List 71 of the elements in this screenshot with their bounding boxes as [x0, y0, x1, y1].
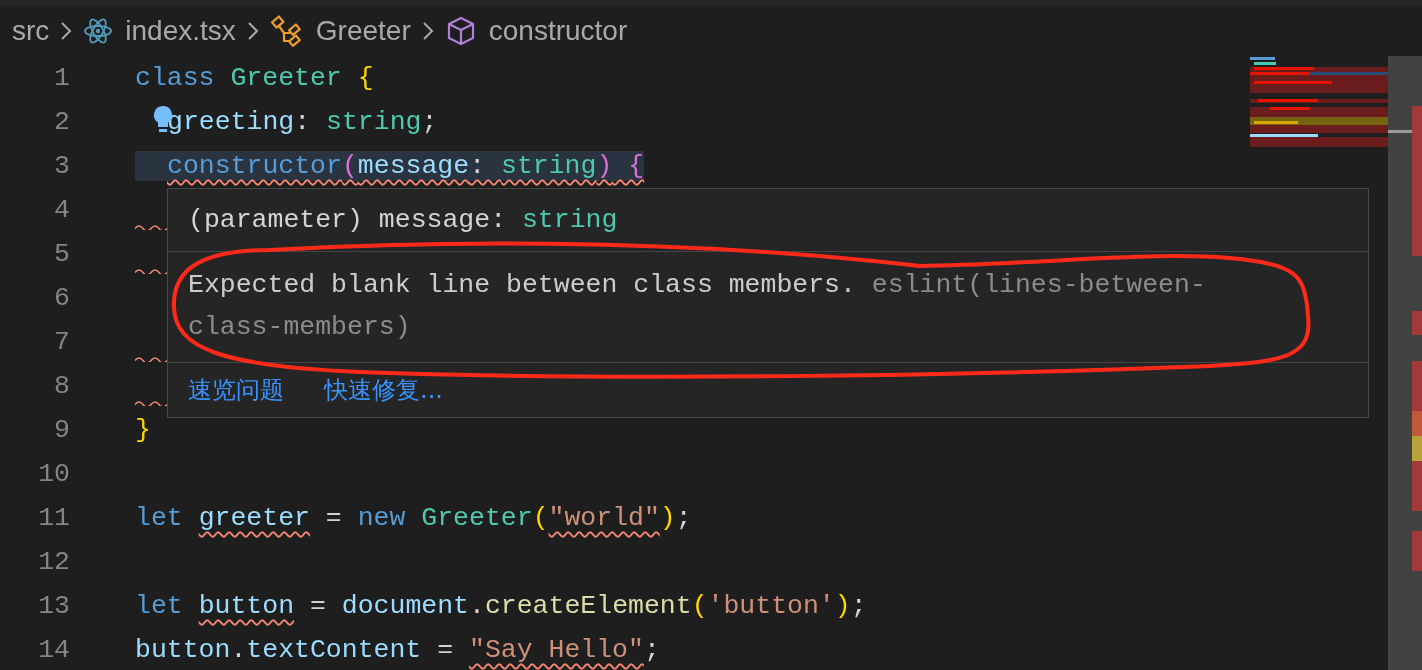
line-number: 14	[37, 635, 70, 665]
code-token: (	[691, 591, 708, 621]
line-number: 11	[37, 503, 70, 533]
breadcrumb-item[interactable]: src	[12, 15, 50, 47]
code-token: message	[357, 151, 470, 181]
code-token: constructor	[167, 151, 342, 181]
atom-icon	[83, 16, 114, 46]
class-icon	[269, 14, 304, 48]
code-token: 'button'	[707, 591, 835, 621]
code-token: )	[834, 591, 851, 621]
line-number: 3	[53, 151, 70, 181]
code-token: ;	[421, 107, 438, 137]
line-number: 13	[37, 591, 70, 621]
code-token: textContent	[246, 635, 422, 665]
code-token: "world"	[548, 503, 660, 533]
error-squiggle	[135, 355, 167, 362]
code-token: Greeter	[421, 503, 533, 533]
code-token: ;	[850, 591, 867, 621]
code-token: =	[436, 635, 455, 665]
code-token: new	[357, 503, 407, 533]
breadcrumb-item[interactable]: index.tsx	[125, 15, 236, 47]
chevron-icon	[420, 20, 435, 42]
code-token: string	[501, 151, 597, 181]
breadcrumb-item[interactable]: Greeter	[315, 15, 411, 47]
line-number: 5	[53, 239, 70, 269]
code-token: )	[659, 503, 676, 533]
error-squiggle	[135, 399, 167, 406]
code-token: let	[135, 503, 184, 533]
breadcrumb-item[interactable]: constructor	[488, 15, 628, 47]
code-token: :	[294, 107, 312, 137]
chevron-icon	[59, 20, 74, 42]
code-token: ;	[675, 503, 692, 533]
code-token: .	[469, 591, 485, 621]
code-token: ;	[643, 635, 660, 665]
code-token: document	[341, 591, 469, 621]
code-token: button	[135, 635, 231, 665]
code-token: string	[326, 107, 422, 137]
code-token: =	[324, 503, 343, 533]
code-token: }	[135, 415, 151, 445]
code-token: greeter	[198, 503, 310, 533]
line-number: 6	[53, 283, 70, 313]
code-token: greeting	[167, 107, 295, 137]
code-token: {	[357, 63, 374, 93]
line-number: 4	[53, 195, 70, 225]
line-number: 12	[37, 547, 70, 577]
code-token: Greeter	[230, 63, 343, 93]
action-link[interactable]: 快速修复...	[324, 374, 443, 406]
code-token: (	[532, 503, 549, 533]
chevron-icon	[245, 20, 260, 42]
code-token: )	[596, 151, 613, 181]
code-token: =	[308, 591, 327, 621]
line-number: 7	[53, 327, 70, 357]
error-squiggle	[135, 267, 167, 274]
code-token: {	[627, 151, 645, 181]
action-link[interactable]: 速览问题	[188, 374, 284, 406]
code-token: .	[230, 635, 247, 665]
code-token: let	[135, 591, 184, 621]
code-token: "Say Hello"	[469, 635, 644, 665]
signature-text: (parameter) message: string	[168, 189, 1368, 252]
lint-message: Expected blank line between class members. eslint(lines-between-class-members)	[168, 252, 1368, 363]
code-token: :	[469, 151, 487, 181]
code-token: button	[198, 591, 295, 621]
code-token: class	[135, 63, 216, 93]
line-number: 8	[53, 371, 70, 401]
code-token: (	[341, 151, 358, 181]
code-token: createElement	[484, 591, 692, 621]
line-number: 2	[53, 107, 70, 137]
line-number: 10	[37, 459, 70, 489]
error-squiggle	[135, 223, 167, 230]
line-number: 9	[53, 415, 70, 445]
line-number: 1	[53, 63, 70, 93]
